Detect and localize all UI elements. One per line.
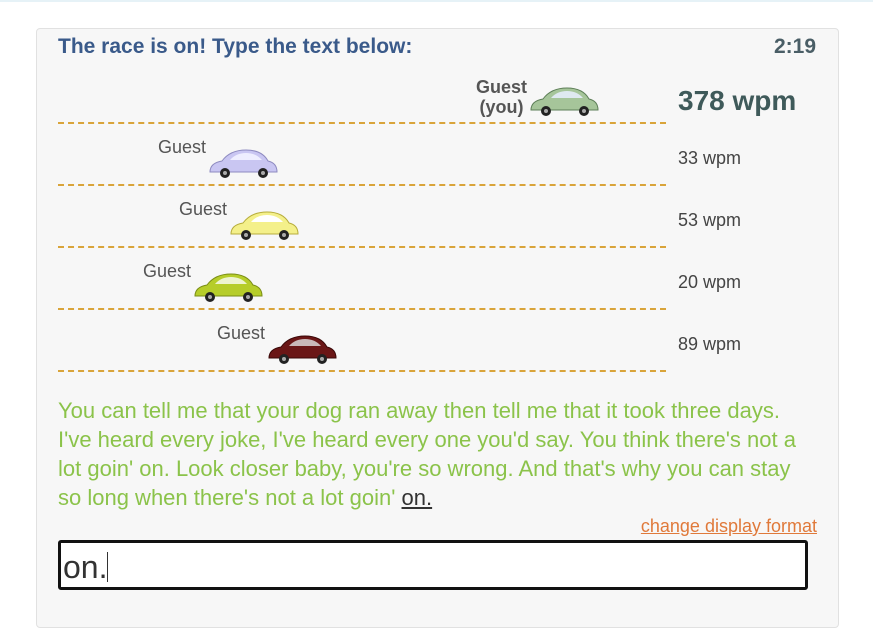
car-icon xyxy=(530,87,599,116)
wpm: 53 wpm xyxy=(678,210,742,230)
racer: Guest xyxy=(217,323,339,366)
race-timer: 2:19 xyxy=(773,35,816,58)
racer-you: Guest (you) xyxy=(476,78,601,118)
wpm: 20 wpm xyxy=(678,272,742,292)
race-title: The race is on! Type the text below: xyxy=(58,35,413,58)
car-icon xyxy=(194,273,263,302)
race-lane-you: Guest (you) xyxy=(58,62,666,124)
race-lane: Guest xyxy=(58,124,666,186)
race-lane: Guest xyxy=(58,248,666,310)
racer-name: Guest xyxy=(179,199,228,220)
racer-name: Guest xyxy=(217,323,266,344)
car-icon xyxy=(268,335,337,364)
racer-name: Guest xyxy=(143,261,192,282)
race-passage: You can tell me that your dog ran away t… xyxy=(58,396,818,512)
text-caret xyxy=(107,552,109,582)
wpm: 33 wpm xyxy=(678,148,742,168)
wpm-you: 378 wpm xyxy=(678,85,797,116)
typing-input[interactable]: on. xyxy=(58,540,808,590)
car-icon xyxy=(230,211,299,240)
racer: Guest xyxy=(143,261,265,304)
racer: Guest xyxy=(158,137,280,180)
wpm: 89 wpm xyxy=(678,334,742,354)
change-display-format-link[interactable]: change display format xyxy=(641,516,817,537)
racer-name: Guest xyxy=(158,137,207,158)
race-lane: Guest xyxy=(58,310,666,372)
lane-divider xyxy=(58,370,666,372)
current-word: on. xyxy=(401,485,433,510)
typing-input-value: on. xyxy=(63,549,108,585)
car-icon xyxy=(209,149,278,178)
racer-name: Guest (you) xyxy=(476,77,528,118)
race-lane: Guest xyxy=(58,186,666,248)
top-border xyxy=(0,0,873,2)
racer: Guest xyxy=(179,199,301,242)
